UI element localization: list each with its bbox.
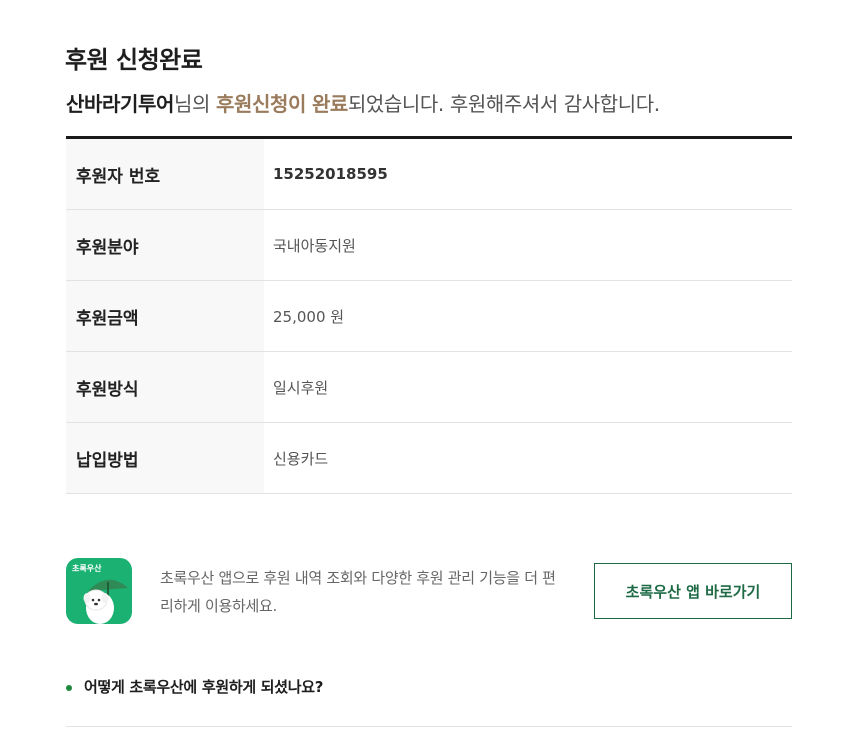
table-row: 후원분야 국내아동지원: [66, 210, 792, 281]
bullet-icon: [66, 685, 72, 691]
faq-question: 어떻게 초록우산에 후원하게 되셨나요?: [84, 678, 324, 696]
table-row: 후원금액 25,000 원: [66, 281, 792, 352]
row-value-donation-field: 국내아동지원: [273, 236, 356, 255]
row-value-donation-method: 일시후원: [273, 378, 329, 397]
faq-item[interactable]: 어떻게 초록우산에 후원하게 되셨나요?: [66, 676, 792, 727]
mascot-umbrella-icon: [83, 579, 128, 624]
row-label-payment-method: 납입방법: [66, 423, 264, 493]
app-promo-banner: 초록우산 초록우산 앱으로 후원 내역 조회와 다양한 후원 관리 기능을 더 …: [66, 558, 792, 624]
app-shortcut-button[interactable]: 초록우산 앱 바로가기: [594, 563, 792, 619]
row-value-payment-method: 신용카드: [273, 449, 329, 468]
page-title: 후원 신청완료: [65, 46, 203, 74]
row-label-donation-field: 후원분야: [66, 210, 264, 280]
donor-name: 산바라기투어: [66, 92, 174, 116]
message-highlight: 완료: [311, 92, 348, 116]
app-description: 초록우산 앱으로 후원 내역 조회와 다양한 후원 관리 기능을 더 편리하게 …: [160, 569, 556, 615]
table-row: 후원자 번호 15252018595: [66, 139, 792, 210]
row-label-donation-method: 후원방식: [66, 352, 264, 422]
table-row: 납입방법 신용카드: [66, 423, 792, 494]
message-highlight: 후원신청이: [215, 92, 306, 116]
row-value-donor-number: 15252018595: [273, 165, 388, 183]
completion-message: 산바라기투어님의 후원신청이 완료되었습니다. 후원해주셔서 감사합니다.: [66, 88, 660, 117]
row-value-donation-amount: 25,000 원: [273, 307, 345, 326]
chorokusan-app-icon: 초록우산: [66, 558, 132, 624]
row-label-donation-amount: 후원금액: [66, 281, 264, 351]
donation-complete-page: 후원 신청완료 산바라기투어님의 후원신청이 완료되었습니다. 후원해주셔서 감…: [0, 0, 860, 730]
message-text: 되었습니다. 후원해주셔서 감사합니다.: [347, 92, 660, 116]
row-label-donor-number: 후원자 번호: [66, 139, 264, 209]
message-text: 님의: [174, 92, 216, 116]
table-row: 후원방식 일시후원: [66, 352, 792, 423]
donation-info-table: 후원자 번호 15252018595 후원분야 국내아동지원 후원금액 25,0…: [66, 136, 792, 494]
